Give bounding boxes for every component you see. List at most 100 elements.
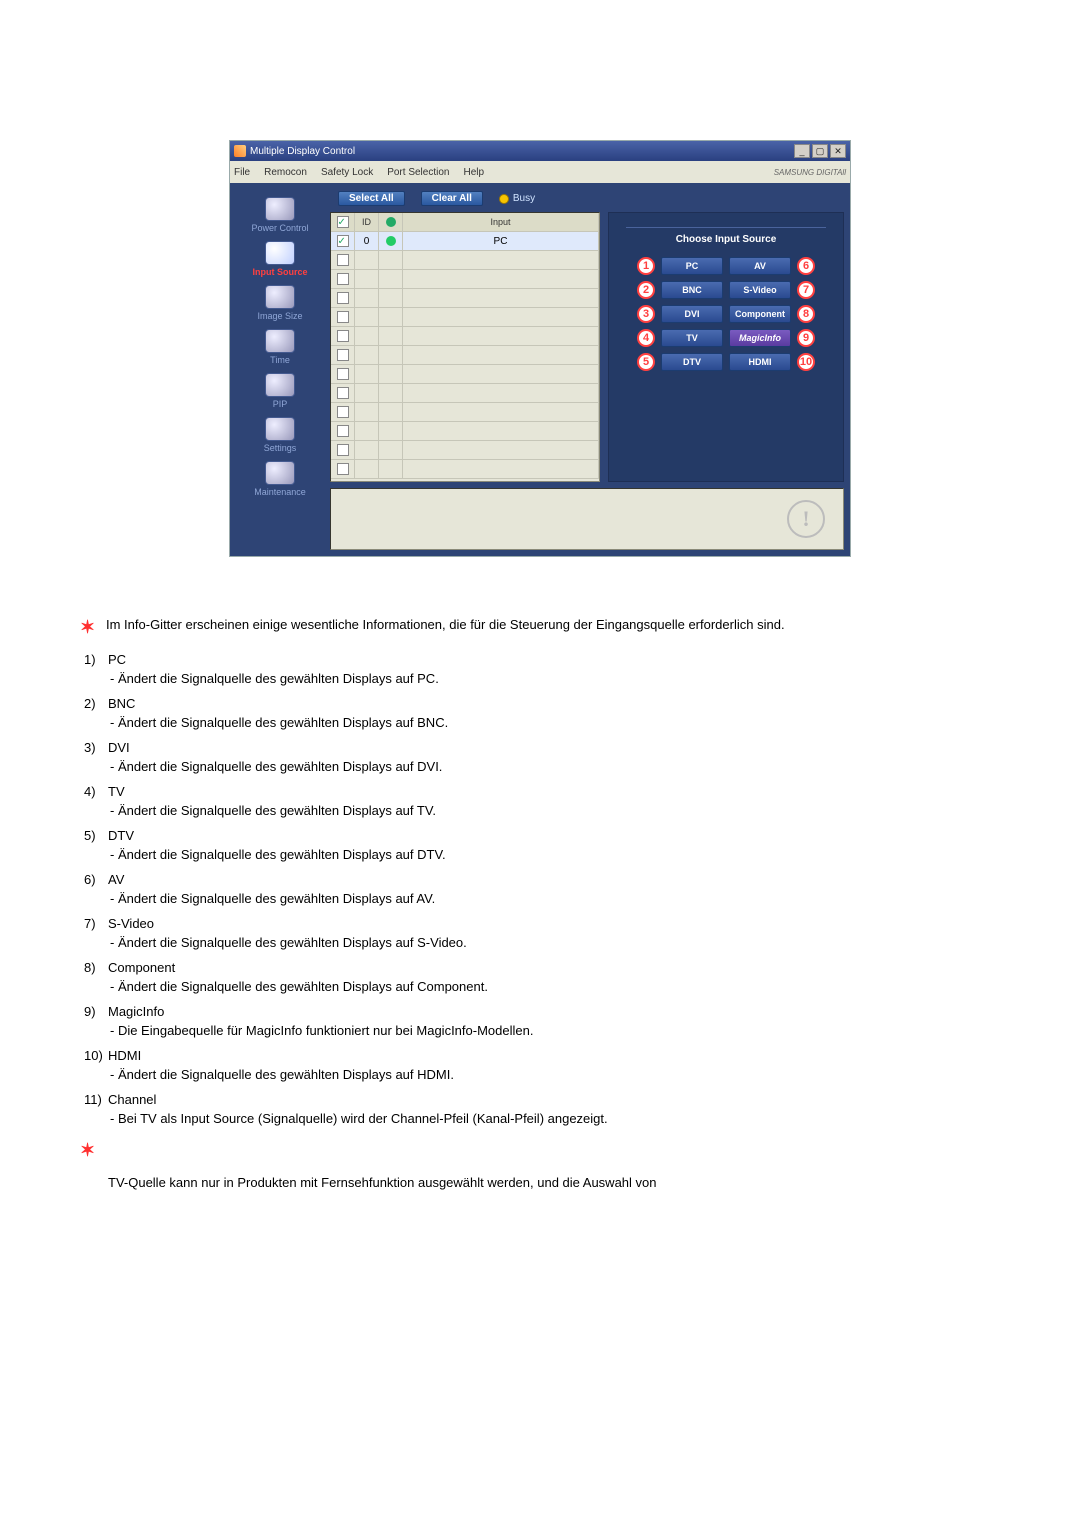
source-magicinfo-button[interactable]: MagicInfo (729, 329, 791, 347)
row-checkbox[interactable] (337, 444, 349, 456)
item-desc: - Die Eingabequelle für MagicInfo funkti… (110, 1023, 996, 1038)
row-checkbox[interactable] (337, 349, 349, 361)
busy-text: Busy (513, 193, 535, 204)
row-checkbox[interactable] (337, 235, 349, 247)
row-id: 0 (355, 232, 379, 250)
source-hdmi-button[interactable]: HDMI (729, 353, 791, 371)
item-body: PC- Ändert die Signalquelle des gewählte… (108, 652, 996, 686)
source-dtv-button[interactable]: DTV (661, 353, 723, 371)
grid-row-empty[interactable] (331, 422, 599, 441)
grid-row-empty[interactable] (331, 441, 599, 460)
callout-3: 3 (637, 305, 655, 323)
list-item: 8)Component- Ändert die Signalquelle des… (84, 960, 1000, 994)
row-checkbox[interactable] (337, 311, 349, 323)
item-body: DTV- Ändert die Signalquelle des gewählt… (108, 828, 996, 862)
item-body: BNC- Ändert die Signalquelle des gewählt… (108, 696, 996, 730)
grid-row-empty[interactable] (331, 403, 599, 422)
menu-remocon[interactable]: Remocon (264, 167, 307, 178)
callout-1: 1 (637, 257, 655, 275)
grid-row-empty[interactable] (331, 251, 599, 270)
checkbox-icon[interactable] (337, 216, 349, 228)
grid-row[interactable]: 0 PC (331, 232, 599, 251)
source-av-button[interactable]: AV (729, 257, 791, 275)
item-desc: - Ändert die Signalquelle des gewählten … (110, 715, 996, 730)
row-checkbox[interactable] (337, 406, 349, 418)
item-number: 11) (84, 1092, 108, 1107)
select-all-button[interactable]: Select All (338, 191, 405, 206)
grid-row-empty[interactable] (331, 327, 599, 346)
source-component-button[interactable]: Component (729, 305, 791, 323)
source-dvi-button[interactable]: DVI (661, 305, 723, 323)
menu-file[interactable]: File (234, 167, 250, 178)
sidebar-item-input-source[interactable]: Input Source (252, 241, 307, 277)
row-checkbox[interactable] (337, 425, 349, 437)
row-checkbox[interactable] (337, 330, 349, 342)
sidebar: Power Control Input Source Image Size Ti… (230, 183, 330, 556)
source-bnc-button[interactable]: BNC (661, 281, 723, 299)
row-checkbox[interactable] (337, 463, 349, 475)
row-checkbox[interactable] (337, 368, 349, 380)
item-desc: - Ändert die Signalquelle des gewählten … (110, 759, 996, 774)
row-input: PC (403, 232, 599, 250)
sidebar-item-time[interactable]: Time (265, 329, 295, 365)
grid-row-empty[interactable] (331, 289, 599, 308)
row-checkbox[interactable] (337, 254, 349, 266)
item-body: HDMI- Ändert die Signalquelle des gewähl… (108, 1048, 996, 1082)
minimize-button[interactable]: _ (794, 144, 810, 158)
sidebar-item-pip[interactable]: PIP (265, 373, 295, 409)
item-number: 9) (84, 1004, 108, 1019)
notes-list: 1)PC- Ändert die Signalquelle des gewähl… (84, 652, 1000, 1126)
busy-indicator: Busy (499, 193, 535, 204)
toolbar: Select All Clear All Busy (330, 189, 844, 212)
item-body: TV- Ändert die Signalquelle des gewählte… (108, 784, 996, 818)
info-icon: ! (787, 500, 825, 538)
menu-port-selection[interactable]: Port Selection (387, 167, 449, 178)
list-item: 1)PC- Ändert die Signalquelle des gewähl… (84, 652, 1000, 686)
item-body: Channel- Bei TV als Input Source (Signal… (108, 1092, 996, 1126)
settings-icon (265, 417, 295, 441)
item-desc: - Ändert die Signalquelle des gewählten … (110, 671, 996, 686)
callout-5: 5 (637, 353, 655, 371)
panel-title: Choose Input Source (626, 227, 826, 245)
row-checkbox[interactable] (337, 292, 349, 304)
source-tv-button[interactable]: TV (661, 329, 723, 347)
menu-help[interactable]: Help (463, 167, 484, 178)
grid-header-input: Input (403, 213, 599, 231)
grid-row-empty[interactable] (331, 384, 599, 403)
row-checkbox[interactable] (337, 387, 349, 399)
intro-note: ✶ Im Info-Gitter erscheinen einige wesen… (80, 617, 1000, 638)
grid-row-empty[interactable] (331, 460, 599, 479)
row-checkbox[interactable] (337, 273, 349, 285)
grid-row-empty[interactable] (331, 308, 599, 327)
grid-and-panel: ID Input 0 PC (330, 212, 844, 482)
source-pc-button[interactable]: PC (661, 257, 723, 275)
power-icon (265, 197, 295, 221)
callout-2: 2 (637, 281, 655, 299)
list-item: 3)DVI- Ändert die Signalquelle des gewäh… (84, 740, 1000, 774)
clear-all-button[interactable]: Clear All (421, 191, 483, 206)
sidebar-item-label: Image Size (257, 311, 302, 321)
grid-row-empty[interactable] (331, 365, 599, 384)
maintenance-icon (265, 461, 295, 485)
sidebar-item-settings[interactable]: Settings (264, 417, 297, 453)
grid-row-empty[interactable] (331, 346, 599, 365)
app-window: Multiple Display Control _ ▢ ✕ File Remo… (229, 140, 851, 557)
close-button[interactable]: ✕ (830, 144, 846, 158)
source-svideo-button[interactable]: S-Video (729, 281, 791, 299)
sidebar-item-power-control[interactable]: Power Control (251, 197, 308, 233)
grid-row-empty[interactable] (331, 270, 599, 289)
display-grid[interactable]: ID Input 0 PC (330, 212, 600, 482)
item-desc: - Ändert die Signalquelle des gewählten … (110, 847, 996, 862)
item-desc: - Ändert die Signalquelle des gewählten … (110, 979, 996, 994)
menu-safety-lock[interactable]: Safety Lock (321, 167, 373, 178)
item-body: MagicInfo- Die Eingabequelle für MagicIn… (108, 1004, 996, 1038)
sidebar-item-label: Settings (264, 443, 297, 453)
content-area: Power Control Input Source Image Size Ti… (230, 183, 850, 556)
sidebar-item-image-size[interactable]: Image Size (257, 285, 302, 321)
row-status-icon (386, 236, 396, 246)
image-size-icon (265, 285, 295, 309)
sidebar-item-maintenance[interactable]: Maintenance (254, 461, 306, 497)
item-body: AV- Ändert die Signalquelle des gewählte… (108, 872, 996, 906)
item-number: 7) (84, 916, 108, 931)
maximize-button[interactable]: ▢ (812, 144, 828, 158)
